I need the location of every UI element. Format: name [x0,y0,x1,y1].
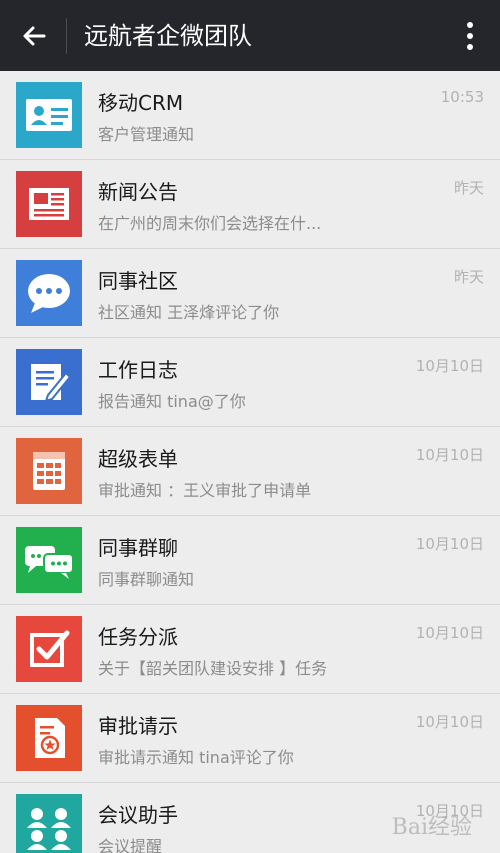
title-divider [66,18,67,54]
form-grid-icon [33,452,65,490]
avatar [16,82,82,148]
conversation-time: 10月10日 [415,713,484,731]
meeting-people-icon [27,808,71,850]
avatar [16,705,82,771]
conversation-time: 10:53 [440,88,484,106]
conversation-preview: 同事群聊通知 [98,570,195,589]
conversation-preview: 会议提醒 [98,837,163,853]
back-button[interactable] [16,18,52,54]
avatar [16,260,82,326]
conversation-row[interactable]: 同事群聊 同事群聊通知 10月10日 [0,516,500,605]
conversation-name: 新闻公告 [98,180,178,204]
conversation-time: 昨天 [453,268,484,286]
conversation-name: 会议助手 [98,803,178,827]
conversation-preview: 审批请示通知 tina评论了你 [98,748,294,767]
stamp-document-icon [35,718,65,758]
conversation-name: 工作日志 [98,358,178,382]
conversation-preview: 社区通知 王泽烽评论了你 [98,303,280,322]
avatar [16,349,82,415]
conversation-name: 移动CRM [98,91,184,115]
conversation-preview: 审批通知 ：王义审批了申请单 [98,481,312,500]
avatar [16,527,82,593]
page-title: 远航者企微团队 [84,22,252,50]
conversation-row[interactable]: 新闻公告 在广州的周末你们会选择在什... 昨天 [0,160,500,249]
conversation-name: 同事社区 [98,269,178,293]
conversation-time: 昨天 [453,179,484,197]
conversation-preview: 关于【韶关团队建设安排 】任务 [98,659,328,678]
conversation-name: 任务分派 [98,625,178,649]
avatar [16,438,82,504]
conversation-preview: 在广州的周末你们会选择在什... [98,214,322,233]
edit-document-icon [31,364,72,403]
title-bar: 远航者企微团队 [0,0,500,71]
avatar [16,616,82,682]
avatar [16,171,82,237]
conversation-preview: 客户管理通知 [98,125,195,144]
back-arrow-icon [23,26,46,46]
conversation-time: 10月10日 [415,446,484,464]
conversation-row[interactable]: 工作日志 报告通知 tina@了你 10月10日 [0,338,500,427]
conversation-row[interactable]: 审批请示 审批请示通知 tina评论了你 10月10日 [0,694,500,783]
conversation-time: 10月10日 [415,357,484,375]
more-vertical-icon [467,22,473,50]
contact-card-icon [26,99,72,131]
conversation-preview: 报告通知 tina@了你 [98,392,246,411]
group-chat-icon [25,546,74,579]
conversation-name: 超级表单 [98,447,178,471]
conversation-name: 同事群聊 [98,536,178,560]
conversation-name: 审批请示 [98,714,178,738]
conversation-time: 10月10日 [415,624,484,642]
newspaper-icon [29,188,69,220]
conversation-list: 移动CRM 客户管理通知 10:53 新闻公告 在广州的周末你们会选择在什...… [0,71,500,853]
conversation-row[interactable]: 移动CRM 客户管理通知 10:53 [0,71,500,160]
more-options-button[interactable] [458,18,482,54]
conversation-time: 10月10日 [415,535,484,553]
conversation-row[interactable]: 超级表单 审批通知 ：王义审批了申请单 10月10日 [0,427,500,516]
watermark: Bai经验 [391,815,472,840]
chat-bubble-icon [28,274,70,313]
checkbox-icon [30,630,70,667]
app-window: 远航者企微团队 移动CRM 客户管理通知 10:53 新闻公告 在广州的周末你们… [0,0,500,853]
conversation-row[interactable]: 同事社区 社区通知 王泽烽评论了你 昨天 [0,249,500,338]
avatar [16,794,82,853]
conversation-row[interactable]: 任务分派 关于【韶关团队建设安排 】任务 10月10日 [0,605,500,694]
